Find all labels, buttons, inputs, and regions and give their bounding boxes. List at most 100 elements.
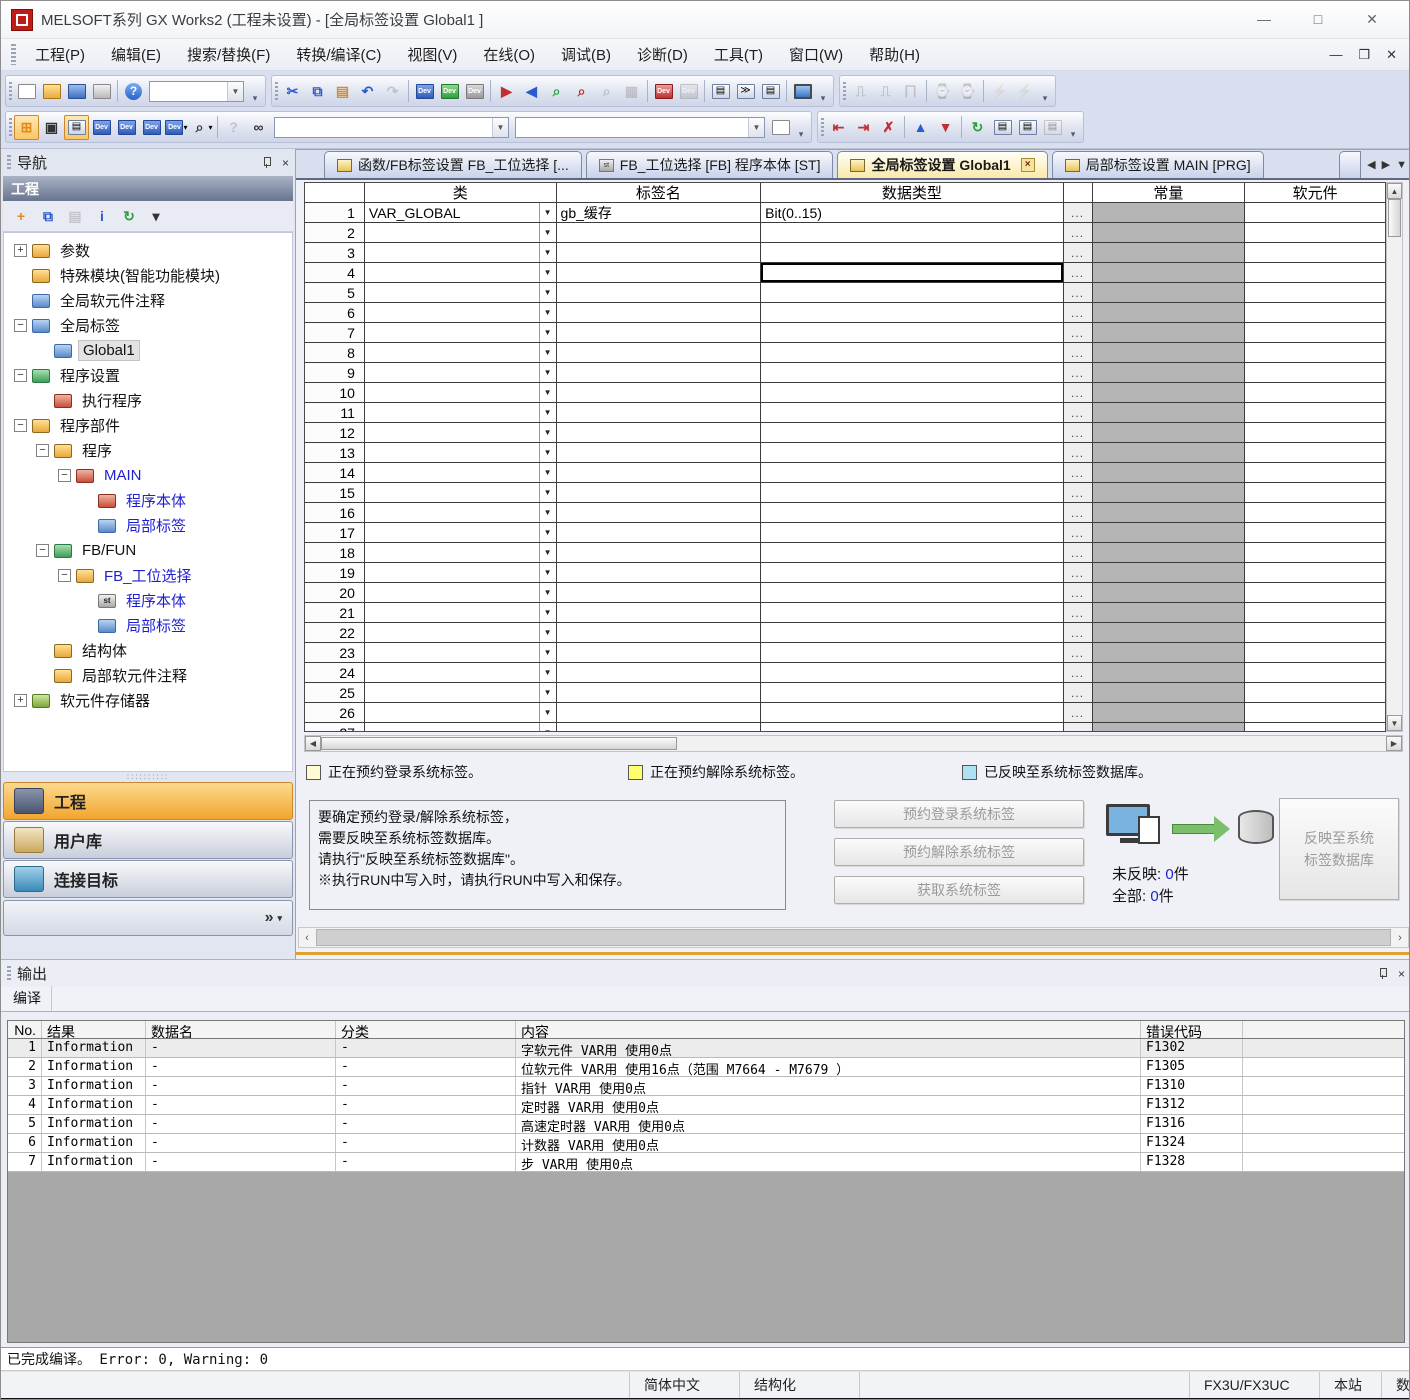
cell-class-row27[interactable]: ▼ bbox=[365, 723, 557, 732]
cell-class-row18[interactable]: ▼ bbox=[365, 543, 557, 563]
cell-label-row14[interactable] bbox=[557, 463, 762, 483]
delete-all-icon[interactable]: ✗ bbox=[876, 115, 901, 140]
quick-access-combo[interactable]: ▼ bbox=[149, 81, 244, 102]
cell-device-row6[interactable] bbox=[1245, 303, 1385, 323]
work-window-toggle-icon[interactable]: ▤ bbox=[64, 115, 89, 140]
row-header-16[interactable]: 16 bbox=[305, 503, 365, 523]
cell-device-row22[interactable] bbox=[1245, 623, 1385, 643]
cell-device-row13[interactable] bbox=[1245, 443, 1385, 463]
tree-item-程序本体[interactable]: 程序本体 bbox=[4, 488, 292, 513]
class-dropdown-icon[interactable]: ▼ bbox=[539, 303, 556, 322]
menu-grip[interactable] bbox=[11, 44, 16, 66]
close-button[interactable]: ✕ bbox=[1359, 11, 1385, 28]
cell-device-row24[interactable] bbox=[1245, 663, 1385, 683]
refresh-database-icon[interactable]: ↻ bbox=[965, 115, 990, 140]
class-dropdown-icon[interactable]: ▼ bbox=[539, 463, 556, 482]
device-display-icon[interactable]: Dev bbox=[651, 79, 676, 104]
quick-access-combo-arrow-icon[interactable]: ▼ bbox=[227, 82, 243, 101]
menu-item-1[interactable]: 工程(P) bbox=[22, 40, 98, 69]
class-dropdown-icon[interactable]: ▼ bbox=[539, 223, 556, 242]
row-header-15[interactable]: 15 bbox=[305, 483, 365, 503]
cell-datatype-row21[interactable] bbox=[761, 603, 1063, 623]
toolbar-overflow-icon[interactable]: ▾ bbox=[1039, 78, 1051, 104]
tree-expander-icon[interactable]: − bbox=[58, 569, 71, 582]
nav-splitter[interactable]: :::::::::: bbox=[1, 772, 295, 781]
cell-device-row2[interactable] bbox=[1245, 223, 1385, 243]
cell-device-row4[interactable] bbox=[1245, 263, 1385, 283]
cell-device-row9[interactable] bbox=[1245, 363, 1385, 383]
row-header-27[interactable]: 27 bbox=[305, 723, 365, 732]
class-dropdown-icon[interactable]: ▼ bbox=[539, 603, 556, 622]
cell-datatype-row6[interactable] bbox=[761, 303, 1063, 323]
open-window-jump-icon[interactable]: ≫ bbox=[733, 79, 758, 104]
menu-item-11[interactable]: 帮助(H) bbox=[856, 40, 933, 69]
class-dropdown-icon[interactable]: ▼ bbox=[539, 583, 556, 602]
vscroll-thumb[interactable] bbox=[1388, 199, 1401, 237]
cell-device-row12[interactable] bbox=[1245, 423, 1385, 443]
cell-datatype-row18[interactable] bbox=[761, 543, 1063, 563]
cell-datatype-row9[interactable] bbox=[761, 363, 1063, 383]
cell-datatype-row25[interactable] bbox=[761, 683, 1063, 703]
tree-expander-icon[interactable]: − bbox=[36, 444, 49, 457]
row-header-3[interactable]: 3 bbox=[305, 243, 365, 263]
row-header-26[interactable]: 26 bbox=[305, 703, 365, 723]
cell-label-row5[interactable] bbox=[557, 283, 762, 303]
cell-datatype-row5[interactable] bbox=[761, 283, 1063, 303]
cell-datatype-row23[interactable] bbox=[761, 643, 1063, 663]
column-header-class[interactable]: 类 bbox=[365, 183, 557, 203]
class-dropdown-icon[interactable]: ▼ bbox=[539, 503, 556, 522]
class-dropdown-icon[interactable]: ▼ bbox=[539, 483, 556, 502]
row-header-25[interactable]: 25 bbox=[305, 683, 365, 703]
cell-device-row25[interactable] bbox=[1245, 683, 1385, 703]
nav-pin-icon[interactable] bbox=[260, 156, 272, 168]
panel-horizontal-scrollbar[interactable]: ‹ › bbox=[298, 927, 1409, 948]
row-header-12[interactable]: 12 bbox=[305, 423, 365, 443]
datatype-browse-button-row22[interactable]: ... bbox=[1064, 623, 1093, 643]
datatype-browse-button-row24[interactable]: ... bbox=[1064, 663, 1093, 683]
grid-horizontal-scrollbar[interactable]: ◀ ▶ bbox=[304, 735, 1403, 752]
tree-item-程序[interactable]: −程序 bbox=[4, 438, 292, 463]
undo-icon[interactable]: ↶ bbox=[355, 79, 380, 104]
class-dropdown-icon[interactable]: ▼ bbox=[539, 363, 556, 382]
class-dropdown-icon[interactable]: ▼ bbox=[539, 343, 556, 362]
cell-label-row21[interactable] bbox=[557, 603, 762, 623]
menu-item-5[interactable]: 视图(V) bbox=[394, 40, 470, 69]
device-search-red-icon[interactable]: ⌕ bbox=[569, 79, 594, 104]
paste-icon[interactable]: ▤ bbox=[330, 79, 355, 104]
tree-item-全局软元件注释[interactable]: 全局软元件注释 bbox=[4, 288, 292, 313]
cell-class-row5[interactable]: ▼ bbox=[365, 283, 557, 303]
panel-scroll-right-icon[interactable]: › bbox=[1392, 932, 1408, 944]
output-row-5[interactable]: 5Information--高速定时器 VAR用 使用0点F1316 bbox=[8, 1115, 1404, 1134]
cell-datatype-row10[interactable] bbox=[761, 383, 1063, 403]
unused-label-list-icon[interactable]: ▤ bbox=[990, 115, 1015, 140]
toolbar-overflow-icon[interactable]: ▾ bbox=[817, 78, 829, 104]
cell-datatype-row3[interactable] bbox=[761, 243, 1063, 263]
find-target-combo[interactable]: ▼ bbox=[274, 117, 509, 138]
class-dropdown-icon[interactable]: ▼ bbox=[539, 663, 556, 682]
class-dropdown-icon[interactable]: ▼ bbox=[539, 383, 556, 402]
data-properties-icon[interactable]: i bbox=[90, 204, 114, 228]
menu-item-3[interactable]: 搜索/替换(F) bbox=[174, 40, 283, 69]
tab-close-icon[interactable]: × bbox=[1021, 158, 1035, 172]
tree-expander-icon[interactable]: − bbox=[14, 419, 27, 432]
cell-class-row2[interactable]: ▼ bbox=[365, 223, 557, 243]
cell-class-row9[interactable]: ▼ bbox=[365, 363, 557, 383]
output-pin-icon[interactable] bbox=[1376, 967, 1388, 979]
class-dropdown-icon[interactable]: ▼ bbox=[539, 723, 556, 732]
row-header-2[interactable]: 2 bbox=[305, 223, 365, 243]
print-icon[interactable] bbox=[89, 79, 114, 104]
tree-expander-icon[interactable]: − bbox=[58, 469, 71, 482]
datatype-browse-button-row26[interactable]: ... bbox=[1064, 703, 1093, 723]
tree-item-局部标签[interactable]: 局部标签 bbox=[4, 613, 292, 638]
cell-class-row26[interactable]: ▼ bbox=[365, 703, 557, 723]
mdi-restore-button[interactable]: ❒ bbox=[1358, 47, 1370, 63]
class-dropdown-icon[interactable]: ▼ bbox=[539, 623, 556, 642]
cell-label-row2[interactable] bbox=[557, 223, 762, 243]
cell-device-row3[interactable] bbox=[1245, 243, 1385, 263]
output-row-3[interactable]: 3Information--指针 VAR用 使用0点F1310 bbox=[8, 1077, 1404, 1096]
row-header-7[interactable]: 7 bbox=[305, 323, 365, 343]
datatype-browse-button-row2[interactable]: ... bbox=[1064, 223, 1093, 243]
cell-datatype-row26[interactable] bbox=[761, 703, 1063, 723]
datatype-browse-button-row3[interactable]: ... bbox=[1064, 243, 1093, 263]
cell-device-row16[interactable] bbox=[1245, 503, 1385, 523]
